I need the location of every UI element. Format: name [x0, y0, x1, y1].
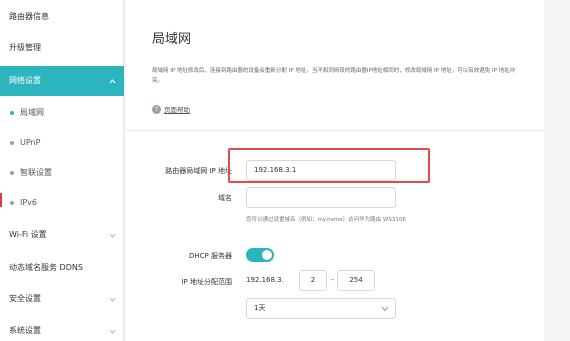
sidebar-item-label: IPv6	[20, 198, 38, 207]
chevron-down-icon	[109, 328, 116, 335]
dhcp-toggle[interactable]	[246, 248, 274, 262]
domain-hint: 您可以通过设置域名（例如：my.home）访问华为路由 WS3106	[246, 217, 406, 223]
sidebar-item-label: 网络设置	[9, 76, 41, 85]
bullet-icon	[10, 141, 14, 145]
help-link[interactable]: 页面帮助	[164, 104, 190, 114]
sidebar-item-label: 升级管理	[9, 43, 41, 52]
sidebar-item-network-settings[interactable]: 网络设置	[0, 66, 124, 96]
sidebar-item-upnp[interactable]: UPnP	[0, 128, 124, 158]
ip-range-end-input[interactable]: 254	[337, 270, 375, 291]
lease-select[interactable]: 1天	[246, 298, 396, 319]
chevron-down-icon	[109, 232, 116, 239]
lan-ip-label: 路由器局域网 IP 地址	[165, 167, 232, 175]
chevron-up-icon	[109, 78, 116, 85]
page-title: 局域网	[152, 32, 192, 47]
chevron-down-icon	[381, 306, 389, 312]
sidebar-item-lan[interactable]: 局域网	[0, 98, 124, 128]
sidebar-marker	[0, 193, 2, 207]
ip-range-end-value: 254	[349, 276, 363, 284]
sidebar-item-label: 动态域名服务 DDNS	[9, 263, 83, 272]
sidebar-item-system[interactable]: 系统设置	[0, 316, 124, 341]
sidebar-item-ddns[interactable]: 动态域名服务 DDNS	[0, 253, 124, 283]
bullet-icon	[10, 171, 14, 175]
bullet-icon	[10, 111, 14, 115]
lease-value: 1天	[254, 304, 266, 312]
sidebar-item-label: Wi-Fi 设置	[9, 230, 47, 239]
chevron-down-icon	[109, 296, 116, 303]
page-description: 局域网 IP 地址修改后，连接到路由器的设备会重新分配 IP 地址。当不和同网段…	[152, 68, 516, 84]
bullet-icon	[10, 201, 14, 205]
sidebar: 路由器信息 升级管理 网络设置 局域网 UPnP 智联设置 IPv6 Wi-Fi…	[0, 0, 124, 341]
sidebar-item-label: 路由器信息	[9, 12, 49, 21]
annotation-highlight-box	[228, 148, 430, 183]
ip-range-label: IP 地址分配范围	[181, 278, 232, 286]
help-icon: ?	[152, 104, 161, 114]
toggle-knob	[262, 250, 272, 260]
sidebar-item-smart-link[interactable]: 智联设置	[0, 158, 124, 188]
sidebar-item-label: 智联设置	[20, 168, 52, 177]
domain-input[interactable]	[246, 187, 396, 208]
lan-settings-card: 局域网 局域网 IP 地址修改后，连接到路由器的设备会重新分配 IP 地址。当不…	[126, 0, 544, 341]
sidebar-item-router-info[interactable]: 路由器信息	[0, 2, 124, 32]
sidebar-item-label: UPnP	[20, 138, 41, 147]
sidebar-item-ipv6[interactable]: IPv6	[0, 188, 124, 218]
sidebar-item-label: 安全设置	[9, 294, 41, 303]
range-separator: -	[331, 275, 334, 284]
sidebar-item-security[interactable]: 安全设置	[0, 284, 124, 314]
divider	[126, 130, 544, 131]
domain-label: 域名	[218, 194, 232, 202]
ip-range-prefix: 192.168.3.	[246, 276, 284, 284]
sidebar-item-wifi[interactable]: Wi-Fi 设置	[0, 220, 124, 250]
sidebar-item-label: 系统设置	[9, 326, 41, 335]
help-link-row[interactable]: ? 页面帮助	[152, 104, 190, 114]
sidebar-item-upgrade[interactable]: 升级管理	[0, 33, 124, 63]
ip-range-start-value: 2	[310, 276, 316, 284]
dhcp-label: DHCP 服务器	[189, 252, 232, 260]
sidebar-item-label: 局域网	[20, 108, 44, 117]
ip-range-start-input[interactable]: 2	[299, 270, 327, 291]
